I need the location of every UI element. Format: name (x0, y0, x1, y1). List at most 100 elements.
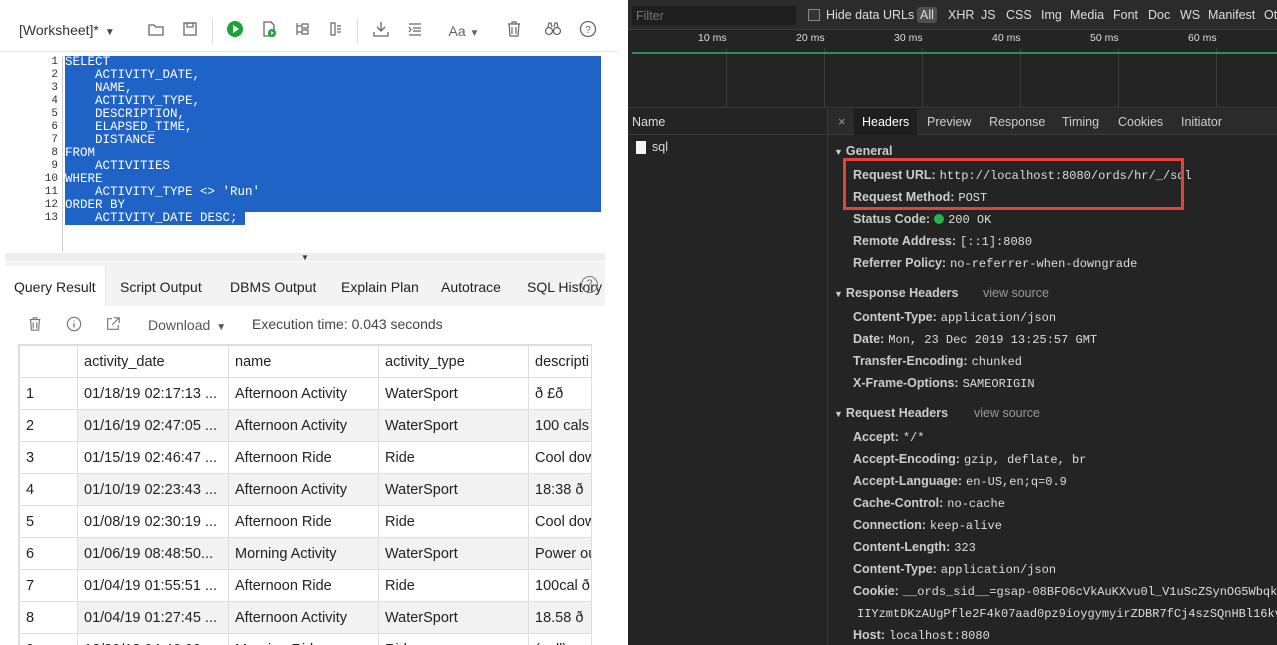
tab-explain-plan[interactable]: Explain Plan (341, 279, 419, 295)
filter-ws[interactable]: WS (1180, 8, 1200, 22)
table-row[interactable]: 912/30/18 04:46:09 ...Morning RideRide(n… (19, 633, 591, 645)
table-cell[interactable]: (null) (528, 633, 591, 645)
table-row[interactable]: 2 01/16/19 02:47:05 ... Afternoon Activity… (19, 409, 591, 442)
tab-query-result[interactable]: Query Result (5, 266, 106, 306)
table-row[interactable]: 1 01/18/19 02:17:13 ... Afternoon Activity… (19, 377, 591, 410)
row-number[interactable]: 2 (19, 409, 78, 442)
filter-img[interactable]: Img (1041, 8, 1062, 22)
table-cell[interactable]: Afternoon Activity (228, 473, 379, 506)
response-headers-section-header[interactable]: ▼ Response Headers (834, 286, 958, 300)
filter-xhr[interactable]: XHR (948, 8, 974, 22)
table-cell[interactable]: WaterSport (378, 537, 529, 570)
table-cell[interactable]: WaterSport (378, 409, 529, 442)
filter-js[interactable]: JS (981, 8, 996, 22)
info-icon[interactable] (66, 316, 82, 336)
filter-doc[interactable]: Doc (1148, 8, 1170, 22)
view-source-link[interactable]: view source (974, 406, 1040, 420)
worksheet-selector[interactable]: [Worksheet]* ▼ (19, 22, 115, 38)
table-row[interactable]: 7 01/04/19 01:55:51 ... Afternoon Ride Ride… (19, 569, 591, 602)
download-icon[interactable] (371, 20, 391, 42)
filter-css[interactable]: CSS (1006, 8, 1032, 22)
autotrace-icon[interactable] (327, 20, 347, 42)
table-row[interactable]: 4 01/10/19 02:23:43 ... Afternoon Activity… (19, 473, 591, 506)
trash-icon[interactable] (504, 20, 524, 42)
table-cell[interactable]: Ride (378, 441, 529, 474)
row-number[interactable]: 6 (19, 537, 78, 570)
table-cell[interactable]: Cool dow (528, 441, 591, 474)
close-icon[interactable]: × (838, 114, 846, 129)
download-menu[interactable]: Download ▼ (148, 317, 226, 333)
help-icon[interactable]: ? (578, 20, 598, 42)
sql-editor[interactable]: 1 2 3 4 5 6 7 8 9 10 11 12 13 SELECT ACTIVITY_DATE, … (5, 56, 605, 252)
table-cell[interactable]: 01/08/19 02:30:19 ... (77, 505, 229, 538)
explain-plan-icon[interactable] (293, 20, 313, 42)
column-header[interactable]: activity_type (378, 345, 529, 378)
row-number[interactable]: 8 (19, 601, 78, 634)
tab-autotrace[interactable]: Autotrace (441, 279, 501, 295)
row-number[interactable]: 7 (19, 569, 78, 602)
result-grid[interactable]: activity_date name activity_type descripti … (18, 344, 592, 645)
table-cell[interactable]: Afternoon Activity (228, 601, 379, 634)
table-cell[interactable]: 01/15/19 02:46:47 ... (77, 441, 229, 474)
filter-manifest[interactable]: Manifest (1208, 8, 1255, 22)
table-cell[interactable]: Afternoon Activity (228, 377, 379, 410)
table-cell[interactable]: 100 cals (528, 409, 591, 442)
open-folder-icon[interactable] (146, 20, 166, 42)
table-cell[interactable]: Afternoon Ride (228, 441, 379, 474)
open-external-icon[interactable] (105, 316, 121, 336)
column-header[interactable]: activity_date (77, 345, 229, 378)
row-number[interactable]: 5 (19, 505, 78, 538)
table-cell[interactable]: Afternoon Activity (228, 409, 379, 442)
request-headers-section-header[interactable]: ▼ Request Headers (834, 406, 948, 420)
help-icon[interactable]: ? (581, 276, 598, 293)
table-cell[interactable]: WaterSport (378, 473, 529, 506)
filter-other[interactable]: Ot (1264, 8, 1277, 22)
table-cell[interactable]: 01/18/19 02:17:13 ... (77, 377, 229, 410)
trash-icon[interactable] (27, 316, 43, 336)
table-cell[interactable]: Ride (378, 569, 529, 602)
general-section-header[interactable]: ▼ General (834, 144, 892, 158)
tab-timing[interactable]: Timing (1062, 115, 1099, 129)
column-header[interactable]: descripti (528, 345, 591, 378)
run-script-icon[interactable] (259, 20, 279, 42)
table-cell[interactable]: 18:38 ð (528, 473, 591, 506)
row-number[interactable]: 9 (19, 633, 78, 645)
table-cell[interactable]: WaterSport (378, 601, 529, 634)
row-number[interactable]: 4 (19, 473, 78, 506)
table-cell[interactable]: 01/04/19 01:27:45 ... (77, 601, 229, 634)
column-header[interactable]: name (228, 345, 379, 378)
pane-splitter[interactable]: ▼ (5, 253, 605, 262)
network-timeline[interactable]: 10 ms 20 ms 30 ms 40 ms 50 ms 60 ms (628, 30, 1277, 108)
table-cell[interactable]: Ride (378, 633, 529, 645)
table-cell[interactable]: ð £ð (528, 377, 591, 410)
table-cell[interactable]: 01/16/19 02:47:05 ... (77, 409, 229, 442)
collapse-arrow-icon[interactable]: ▼ (301, 253, 309, 262)
table-cell[interactable]: 01/06/19 08:48:50... (77, 537, 229, 570)
column-header[interactable] (19, 345, 78, 378)
filter-all[interactable]: All (917, 7, 937, 23)
format-icon[interactable] (405, 20, 425, 42)
table-cell[interactable]: Power ou (528, 537, 591, 570)
table-row[interactable]: 8 01/04/19 01:27:45 ... Afternoon Activity… (19, 601, 591, 634)
table-cell[interactable]: 01/04/19 01:55:51 ... (77, 569, 229, 602)
table-cell[interactable]: 18.58 ð (528, 601, 591, 634)
table-cell[interactable]: Cool dow (528, 505, 591, 538)
hide-data-urls-checkbox[interactable] (808, 9, 820, 21)
row-number[interactable]: 1 (19, 377, 78, 410)
table-cell[interactable]: Morning Activity (228, 537, 379, 570)
table-cell[interactable]: 100cal ð (528, 569, 591, 602)
font-size-icon[interactable]: Aa ▼ (446, 20, 482, 42)
tab-preview[interactable]: Preview (927, 115, 971, 129)
filter-font[interactable]: Font (1113, 8, 1138, 22)
table-cell[interactable]: Morning Ride (228, 633, 379, 645)
table-cell[interactable]: Afternoon Ride (228, 505, 379, 538)
table-row[interactable]: 3 01/15/19 02:46:47 ... Afternoon Ride Ride… (19, 441, 591, 474)
tab-response[interactable]: Response (989, 115, 1045, 129)
name-column-header[interactable]: Name (628, 109, 828, 135)
tab-cookies[interactable]: Cookies (1118, 115, 1163, 129)
find-icon[interactable] (543, 20, 563, 42)
table-cell[interactable]: 12/30/18 04:46:09 ... (77, 633, 229, 645)
tab-script-output[interactable]: Script Output (120, 279, 202, 295)
table-cell[interactable]: Afternoon Ride (228, 569, 379, 602)
row-number[interactable]: 3 (19, 441, 78, 474)
